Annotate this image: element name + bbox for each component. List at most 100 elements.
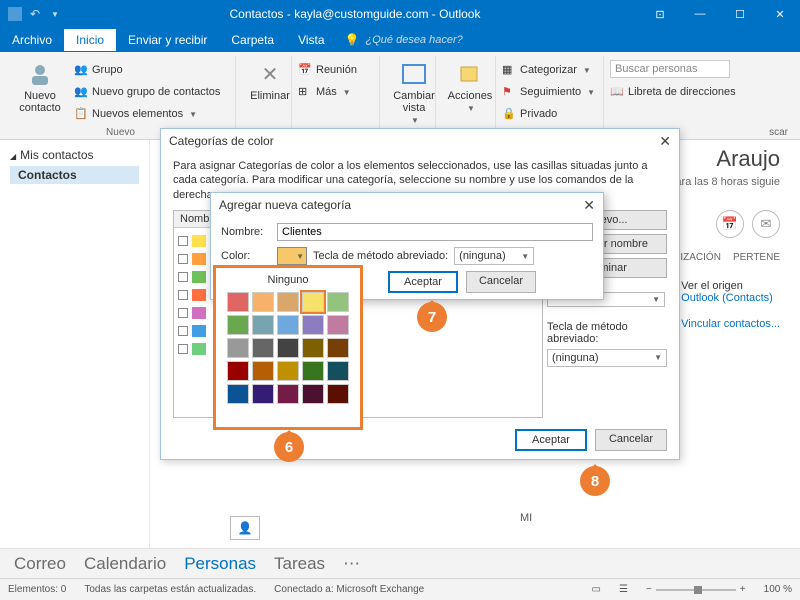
calendar-action-icon[interactable]: 📅 <box>716 210 744 238</box>
libreta-button[interactable]: 📖Libreta de direcciones <box>610 82 788 102</box>
acciones-button[interactable]: Acciones▼ <box>442 56 498 113</box>
color-swatch[interactable] <box>252 292 274 312</box>
category-checkbox[interactable] <box>178 290 188 300</box>
category-checkbox[interactable] <box>178 344 188 354</box>
color-swatch[interactable] <box>302 292 324 312</box>
sidebar-item-contactos[interactable]: Contactos <box>10 166 139 184</box>
mas-button[interactable]: ⊞Más▼ <box>298 82 373 102</box>
category-checkbox[interactable] <box>178 254 188 264</box>
grupo-button[interactable]: 👥Grupo <box>74 60 220 80</box>
color-swatch[interactable] <box>277 338 299 358</box>
nombre-input[interactable] <box>277 223 593 241</box>
color-swatch[interactable] <box>252 338 274 358</box>
nav-tareas[interactable]: Tareas <box>274 554 325 574</box>
category-checkbox[interactable] <box>178 308 188 318</box>
categorizar-button[interactable]: ▦Categorizar▼ <box>502 60 597 80</box>
color-dropdown[interactable]: ▼ <box>277 247 307 265</box>
nuevos-elementos-label: Nuevos elementos <box>92 108 183 120</box>
nuevo-contacto-button[interactable]: Nuevo contacto <box>12 56 68 124</box>
chevron-down-icon: ▼ <box>587 88 595 97</box>
nuevo-grupo-label: Nuevo grupo de contactos <box>92 86 220 98</box>
dialog1-close-icon[interactable]: ✕ <box>659 133 671 150</box>
category-checkbox[interactable] <box>178 272 188 282</box>
shortcut-select[interactable]: (ninguna)▼ <box>547 349 667 367</box>
color-swatch[interactable] <box>302 361 324 381</box>
tab-pertenece[interactable]: PERTENE <box>733 252 780 263</box>
color-swatch[interactable] <box>252 315 274 335</box>
color-swatch[interactable] <box>327 384 349 404</box>
privado-button[interactable]: 🔒Privado <box>502 104 597 124</box>
color-swatch[interactable] <box>227 384 249 404</box>
menu-archivo[interactable]: Archivo <box>0 29 64 51</box>
close-icon[interactable]: ✕ <box>760 0 800 28</box>
dialog1-cancelar-button[interactable]: Cancelar <box>595 429 667 451</box>
reunion-button[interactable]: 📅Reunión <box>298 60 373 80</box>
chevron-down-icon: ▼ <box>467 104 475 113</box>
zoom-slider[interactable]: − + <box>646 584 746 595</box>
grupo-label: Grupo <box>92 64 123 76</box>
color-swatch[interactable] <box>277 384 299 404</box>
menu-enviar[interactable]: Enviar y recibir <box>116 29 219 51</box>
shortcut-select-2[interactable]: (ninguna)▼ <box>454 247 534 265</box>
color-swatch[interactable] <box>327 361 349 381</box>
color-swatch[interactable] <box>252 361 274 381</box>
color-swatch[interactable] <box>302 384 324 404</box>
flag-icon: ⚑ <box>502 85 516 99</box>
dialog2-aceptar-button[interactable]: Aceptar <box>388 271 458 293</box>
undo-icon[interactable]: ↶ <box>28 7 42 21</box>
search-people-input[interactable]: Buscar personas <box>610 60 730 78</box>
cambiar-vista-button[interactable]: Cambiar vista▼ <box>386 56 442 125</box>
menu-carpeta[interactable]: Carpeta <box>219 29 286 51</box>
color-swatch[interactable] <box>227 292 249 312</box>
color-swatch[interactable] <box>327 338 349 358</box>
nav-calendario[interactable]: Calendario <box>84 554 166 574</box>
tab-organizacion[interactable]: NIZACIÓN <box>673 252 721 263</box>
view-reading-icon[interactable]: ☰ <box>619 584 628 595</box>
color-swatch[interactable] <box>302 315 324 335</box>
color-swatch[interactable] <box>227 361 249 381</box>
nav-more-icon[interactable]: ⋯ <box>343 554 360 574</box>
origen-link[interactable]: Outlook (Contacts) <box>681 292 780 304</box>
colorpicker-none[interactable]: Ninguno <box>220 272 356 288</box>
category-swatch <box>192 271 206 283</box>
sidebar-heading[interactable]: ◢Mis contactos <box>10 148 139 162</box>
nuevo-grupo-button[interactable]: 👥 Nuevo grupo de contactos <box>74 82 220 102</box>
menu-vista[interactable]: Vista <box>286 29 336 51</box>
vincular-link[interactable]: Vincular contactos... <box>681 318 780 330</box>
color-swatch[interactable] <box>227 338 249 358</box>
dialog1-aceptar-button[interactable]: Aceptar <box>515 429 587 451</box>
minimize-icon[interactable]: ― <box>680 0 720 28</box>
color-swatch[interactable] <box>277 361 299 381</box>
tell-me-hint[interactable]: ¿Qué desea hacer? <box>366 34 463 46</box>
view-icon <box>400 60 428 88</box>
contact-card-icon[interactable]: 👤 <box>230 516 260 540</box>
email-action-icon[interactable]: ✉ <box>752 210 780 238</box>
seguimiento-button[interactable]: ⚑Seguimiento▼ <box>502 82 597 102</box>
category-swatch <box>192 289 206 301</box>
nav-personas[interactable]: Personas <box>184 554 256 574</box>
nav-correo[interactable]: Correo <box>14 554 66 574</box>
color-swatch[interactable] <box>252 384 274 404</box>
eliminar-button[interactable]: ✕ Eliminar <box>242 56 298 102</box>
group-add-icon: 👥 <box>74 85 88 99</box>
dialog2-close-icon[interactable]: ✕ <box>583 197 595 214</box>
zoom-out-icon[interactable]: − <box>646 584 652 595</box>
color-swatch[interactable] <box>302 338 324 358</box>
color-swatch[interactable] <box>277 315 299 335</box>
color-swatch[interactable] <box>327 315 349 335</box>
ribbon-options-icon[interactable]: ⊡ <box>640 0 680 28</box>
category-checkbox[interactable] <box>178 326 188 336</box>
menu-inicio[interactable]: Inicio <box>64 29 116 51</box>
color-swatch[interactable] <box>277 292 299 312</box>
maximize-icon[interactable]: ☐ <box>720 0 760 28</box>
dialog2-cancelar-button[interactable]: Cancelar <box>466 271 536 293</box>
nuevos-elementos-button[interactable]: 📋Nuevos elementos▼ <box>74 104 220 124</box>
category-checkbox[interactable] <box>178 236 188 246</box>
color-swatch[interactable] <box>327 292 349 312</box>
tecla-abreviado-label: Tecla de método abreviado: <box>313 250 448 262</box>
zoom-in-icon[interactable]: + <box>740 584 746 595</box>
dropdown-icon[interactable]: ▼ <box>48 7 62 21</box>
view-normal-icon[interactable]: ▭ <box>592 584 601 595</box>
contact-availability: para las 8 horas siguie <box>669 176 780 188</box>
color-swatch[interactable] <box>227 315 249 335</box>
